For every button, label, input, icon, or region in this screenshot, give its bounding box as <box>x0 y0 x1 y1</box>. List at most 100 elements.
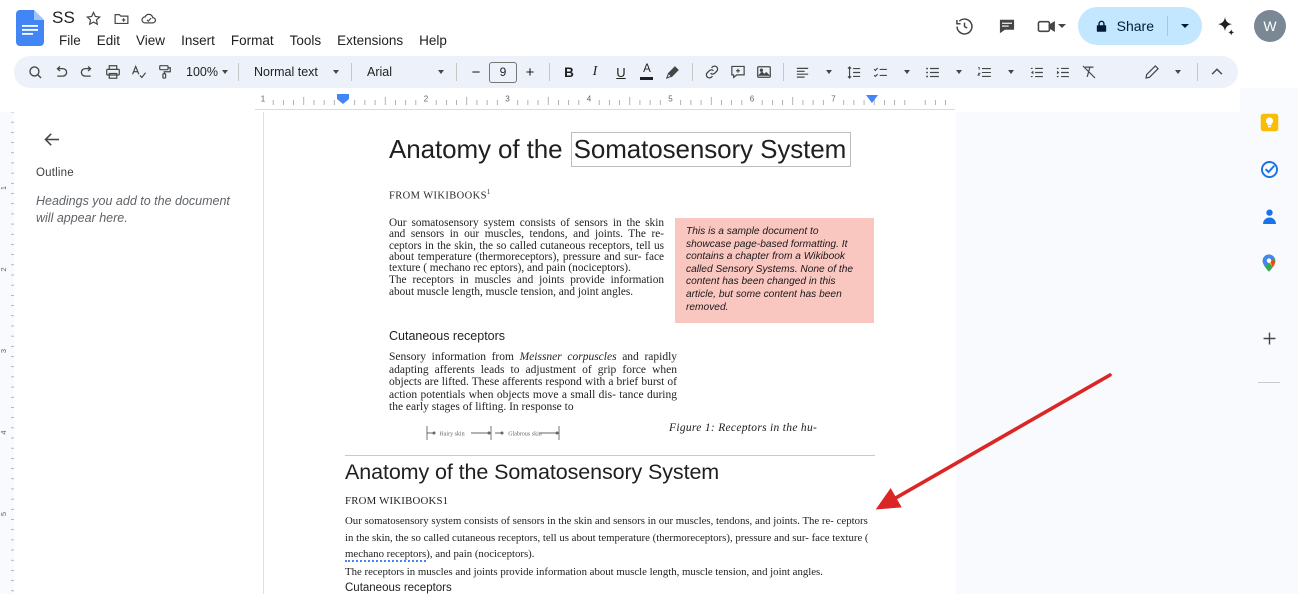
svg-text:4: 4 <box>0 430 8 434</box>
scan-source: FROM WIKIBOOKS1 <box>389 188 491 202</box>
document-heading[interactable]: Anatomy of the Somatosensory System <box>345 460 719 485</box>
numbered-list-dropdown[interactable] <box>998 59 1024 85</box>
menu-help[interactable]: Help <box>412 30 454 51</box>
document-paragraph-2[interactable]: The receptors in muscles and joints prov… <box>345 564 878 580</box>
horizontal-ruler[interactable]: 11234567 <box>255 93 955 110</box>
menu-edit[interactable]: Edit <box>90 30 127 51</box>
font-family-selector[interactable]: Arial <box>358 59 450 85</box>
move-to-folder-icon[interactable] <box>112 9 131 28</box>
menu-file[interactable]: File <box>52 30 88 51</box>
insert-link-icon[interactable] <box>699 59 725 85</box>
avatar[interactable]: W <box>1254 10 1286 42</box>
clear-formatting-icon[interactable] <box>1076 59 1102 85</box>
meet-video-button[interactable] <box>1030 8 1070 44</box>
misspelled-word[interactable]: mechano receptors <box>345 548 427 562</box>
line-spacing-icon[interactable] <box>842 59 868 85</box>
add-addon-icon[interactable] <box>1251 320 1287 356</box>
document-paragraph-1[interactable]: Our somatosensory system consists of sen… <box>345 513 878 563</box>
document-page[interactable]: Anatomy of the Somatosensory System FROM… <box>265 112 956 594</box>
underline-label: U <box>616 64 626 80</box>
highlight-pen-icon[interactable] <box>660 59 686 85</box>
checklist-icon[interactable] <box>868 59 894 85</box>
version-history-icon[interactable] <box>946 7 984 45</box>
undo-icon[interactable] <box>48 59 74 85</box>
font-family-value: Arial <box>366 65 392 79</box>
svg-text:5: 5 <box>0 512 8 516</box>
outline-title: Outline <box>36 167 74 179</box>
align-left-icon[interactable] <box>790 59 816 85</box>
text-color-swatch <box>640 76 654 80</box>
decrease-indent-icon[interactable] <box>1024 59 1050 85</box>
bold-button[interactable]: B <box>556 59 582 85</box>
google-keep-icon[interactable] <box>1251 104 1287 140</box>
chevron-down-icon <box>1181 24 1189 28</box>
top-right-actions: Share W <box>946 6 1286 46</box>
scan-body-column: Our somatosensory system consists of sen… <box>389 217 664 299</box>
text-color-label: A <box>643 63 651 76</box>
back-arrow-icon[interactable] <box>34 121 70 157</box>
bulleted-list-icon[interactable] <box>920 59 946 85</box>
zoom-value: 100% <box>186 65 218 79</box>
star-icon[interactable] <box>84 9 103 28</box>
paragraph-style-selector[interactable]: Normal text <box>245 59 345 85</box>
document-title[interactable]: SS <box>52 8 75 28</box>
add-comment-icon[interactable] <box>725 59 751 85</box>
increase-font-size-button[interactable]: + <box>517 59 543 85</box>
edit-mode-dropdown[interactable] <box>1165 59 1191 85</box>
scan-paragraph-1: Our somatosensory system consists of sen… <box>389 217 664 275</box>
numbered-list-icon[interactable] <box>972 59 998 85</box>
formatting-toolbar: 100% Normal text Arial − 9 + B I U A <box>14 56 1238 88</box>
collapse-toolbar-icon[interactable] <box>1204 59 1230 85</box>
align-dropdown[interactable] <box>816 59 842 85</box>
decrease-font-label: − <box>471 63 481 81</box>
paint-format-icon[interactable] <box>152 59 178 85</box>
toolbar-divider <box>1197 63 1198 81</box>
google-docs-logo[interactable] <box>16 10 44 46</box>
checklist-dropdown[interactable] <box>894 59 920 85</box>
increase-indent-icon[interactable] <box>1050 59 1076 85</box>
menu-tools[interactable]: Tools <box>283 30 329 51</box>
zoom-selector[interactable]: 100% <box>178 59 232 85</box>
share-dropdown[interactable] <box>1168 24 1202 28</box>
doc-p1-part-b: ), and pain (nociceptors). <box>426 548 535 560</box>
document-subheading[interactable]: Cutaneous receptors <box>345 582 452 594</box>
gemini-sparkle-icon[interactable] <box>1206 7 1244 45</box>
insert-image-icon[interactable] <box>751 59 777 85</box>
figure-caption: Figure 1: Receptors in the hu- <box>669 422 818 434</box>
google-contacts-icon[interactable] <box>1251 198 1287 234</box>
chevron-down-icon <box>437 70 444 74</box>
paragraph-style-value: Normal text <box>253 65 318 79</box>
saved-to-drive-icon[interactable] <box>140 9 159 28</box>
scan-source-footnote: 1 <box>486 188 491 196</box>
decrease-font-size-button[interactable]: − <box>463 59 489 85</box>
search-icon[interactable] <box>22 59 48 85</box>
document-source[interactable]: FROM WIKIBOOKS1 <box>345 495 448 507</box>
skin-diagram-figure: Hairy skin Glabrous skin <box>426 426 560 440</box>
italic-button[interactable]: I <box>582 59 608 85</box>
chevron-down-icon <box>332 70 339 74</box>
font-size-input[interactable]: 9 <box>488 61 517 83</box>
redo-icon[interactable] <box>74 59 100 85</box>
menu-extensions[interactable]: Extensions <box>330 30 410 51</box>
menu-insert[interactable]: Insert <box>174 30 222 51</box>
menu-format[interactable]: Format <box>224 30 281 51</box>
google-tasks-icon[interactable] <box>1251 151 1287 187</box>
comment-history-icon[interactable] <box>988 7 1026 45</box>
doc-p1-part-a: Our somatosensory system consists of sen… <box>345 515 869 544</box>
rail-divider <box>1258 382 1280 383</box>
underline-button[interactable]: U <box>608 59 634 85</box>
scan-paragraph-2: The receptors in muscles and joints prov… <box>389 274 664 298</box>
text-color-button[interactable]: A <box>634 59 660 85</box>
scan-heading-selection[interactable]: Somatosensory System <box>570 132 852 167</box>
print-icon[interactable] <box>100 59 126 85</box>
share-button[interactable]: Share <box>1077 7 1202 45</box>
menu-bar: File Edit View Insert Format Tools Exten… <box>52 30 454 51</box>
spelling-check-icon[interactable] <box>126 59 152 85</box>
edit-pencil-icon[interactable] <box>1139 59 1165 85</box>
bulleted-list-dropdown[interactable] <box>946 59 972 85</box>
document-canvas[interactable]: Anatomy of the Somatosensory System FROM… <box>265 112 1240 594</box>
svg-text:5: 5 <box>668 95 673 104</box>
share-main[interactable]: Share <box>1078 7 1167 45</box>
google-maps-icon[interactable] <box>1251 245 1287 281</box>
menu-view[interactable]: View <box>129 30 172 51</box>
